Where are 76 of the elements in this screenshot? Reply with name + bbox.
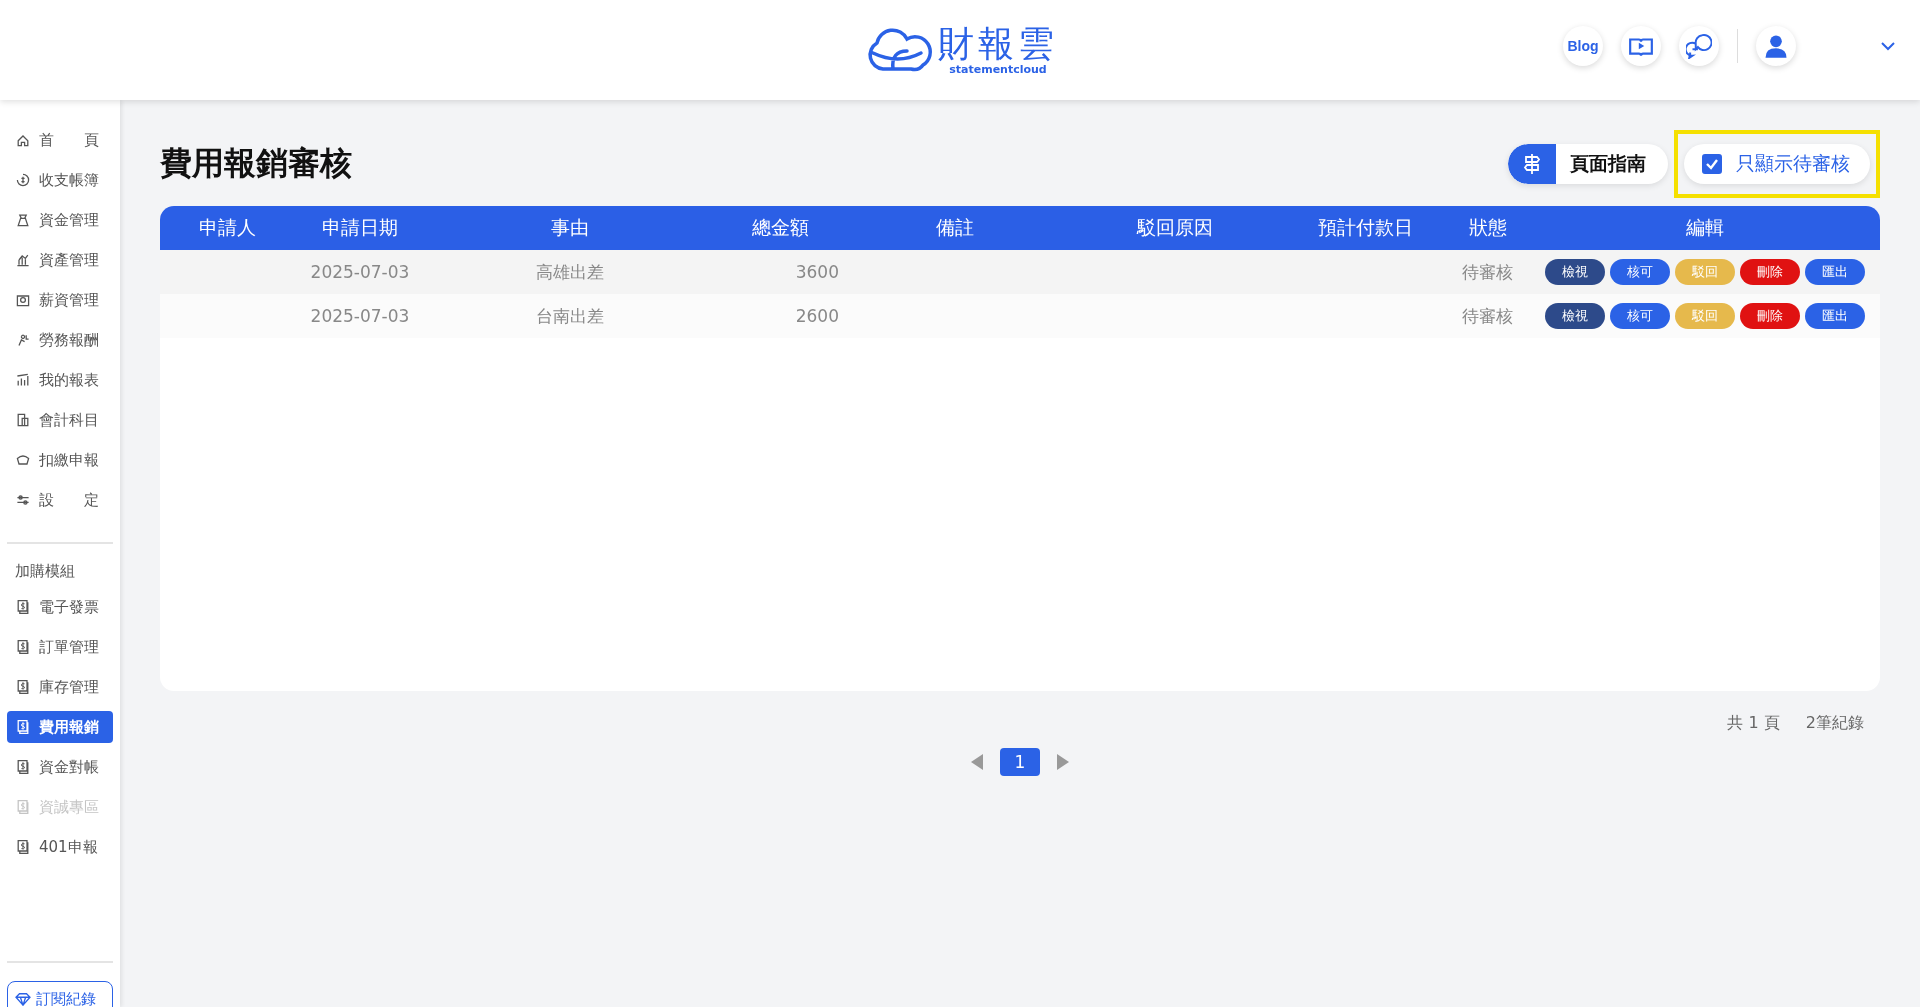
action-button[interactable]: 刪除	[1740, 303, 1800, 329]
dollar-book-icon	[15, 759, 31, 775]
section-heading: 加購模組	[14, 562, 76, 582]
sidebar-item[interactable]: 401申報	[7, 831, 113, 863]
chevron-down-icon[interactable]	[1880, 41, 1896, 51]
page-button[interactable]: 1	[1000, 748, 1040, 776]
sidebar-item[interactable]: 收支帳簿	[7, 164, 113, 196]
column-header: 備註	[935, 215, 975, 240]
table-cell-text: 待審核	[1461, 260, 1514, 284]
page-title: 費用報銷審核	[160, 143, 352, 184]
action-button[interactable]: 檢視	[1545, 303, 1605, 329]
action-button[interactable]: 核可	[1610, 303, 1670, 329]
column-header: 事由	[550, 215, 590, 240]
action-button[interactable]: 核可	[1610, 259, 1670, 285]
column-header: 總金額	[750, 215, 810, 240]
menu-item-icon	[15, 172, 31, 188]
sidebar-item[interactable]: 薪資管理	[7, 284, 113, 316]
column-header: 狀態	[1467, 215, 1508, 240]
checkbox[interactable]	[1702, 154, 1722, 174]
menu-item-icon	[15, 452, 31, 468]
sidebar-item[interactable]: 資金管理	[7, 204, 113, 236]
record-count: 2筆紀錄	[1805, 713, 1864, 734]
table-cell-text: 2025-07-03	[309, 306, 411, 326]
column-header: 編輯	[1685, 215, 1725, 240]
menu-item-icon	[15, 292, 31, 308]
previous-page-icon[interactable]	[970, 753, 984, 771]
subscription-button[interactable]: 訂閱紀錄	[7, 981, 113, 1007]
dollar-book-icon	[15, 639, 31, 655]
dollar-book-icon	[15, 679, 31, 695]
sidebar-item[interactable]: 首 頁	[7, 124, 113, 156]
logo-title: 財報雲	[938, 23, 1058, 64]
column-header: 駁回原因	[1135, 215, 1214, 240]
table-cell-text: 待審核	[1461, 304, 1514, 328]
sidebar-item[interactable]: 我的報表	[7, 364, 113, 396]
blog-button[interactable]: Blog	[1563, 26, 1603, 66]
menu-item-icon	[15, 492, 31, 508]
sidebar-item[interactable]: 會計科目	[7, 404, 113, 436]
action-button[interactable]: 匯出	[1805, 303, 1865, 329]
sidebar-item[interactable]: 電子發票	[7, 591, 113, 623]
video-book-button[interactable]	[1621, 26, 1661, 66]
action-button[interactable]: 刪除	[1740, 259, 1800, 285]
table-cell-text: 2600	[794, 306, 840, 326]
dollar-book-icon	[15, 799, 31, 815]
table-cell-text: 台南出差	[535, 304, 605, 328]
account-button[interactable]	[1756, 26, 1796, 66]
column-header: 申請日期	[321, 215, 399, 240]
next-page-icon[interactable]	[1056, 753, 1070, 771]
sidebar-item[interactable]: 訂單管理	[7, 631, 113, 663]
dollar-book-icon	[15, 719, 31, 735]
table-cell-text: 高雄出差	[535, 260, 605, 284]
sidebar-item[interactable]: 費用報銷	[7, 711, 113, 743]
sidebar-item[interactable]: 資產管理	[7, 244, 113, 276]
action-button[interactable]: 檢視	[1545, 259, 1605, 285]
sidebar-item[interactable]: 設 定	[7, 484, 113, 516]
sidebar-item[interactable]: 勞務報酬	[7, 324, 113, 356]
help-chat-button[interactable]	[1679, 26, 1719, 66]
menu-item-icon	[15, 212, 31, 228]
column-header: 申請人	[198, 215, 257, 240]
menu-item-icon	[15, 252, 31, 268]
diamond-icon	[14, 992, 32, 1006]
page-guide-button[interactable]: 頁面指南	[1508, 144, 1668, 184]
table-cell-text: 2025-07-03	[309, 262, 411, 282]
dollar-book-icon	[15, 839, 31, 855]
sidebar-item[interactable]: 扣繳申報	[7, 444, 113, 476]
action-button[interactable]: 匯出	[1805, 259, 1865, 285]
logo-subtitle: statementcloud	[949, 63, 1047, 77]
menu-item-icon	[15, 412, 31, 428]
page-count: 共 1 頁	[1727, 713, 1780, 734]
sidebar-item[interactable]: 資金對帳	[7, 751, 113, 783]
column-header: 預計付款日	[1316, 215, 1414, 240]
dollar-book-icon	[15, 599, 31, 615]
pending-only-checkbox[interactable]: 只顯示待審核	[1684, 144, 1870, 184]
table-cell-text: 3600	[794, 262, 840, 282]
menu-item-icon	[15, 372, 31, 388]
signpost-icon	[1522, 153, 1542, 175]
sidebar-item[interactable]: 庫存管理	[7, 671, 113, 703]
